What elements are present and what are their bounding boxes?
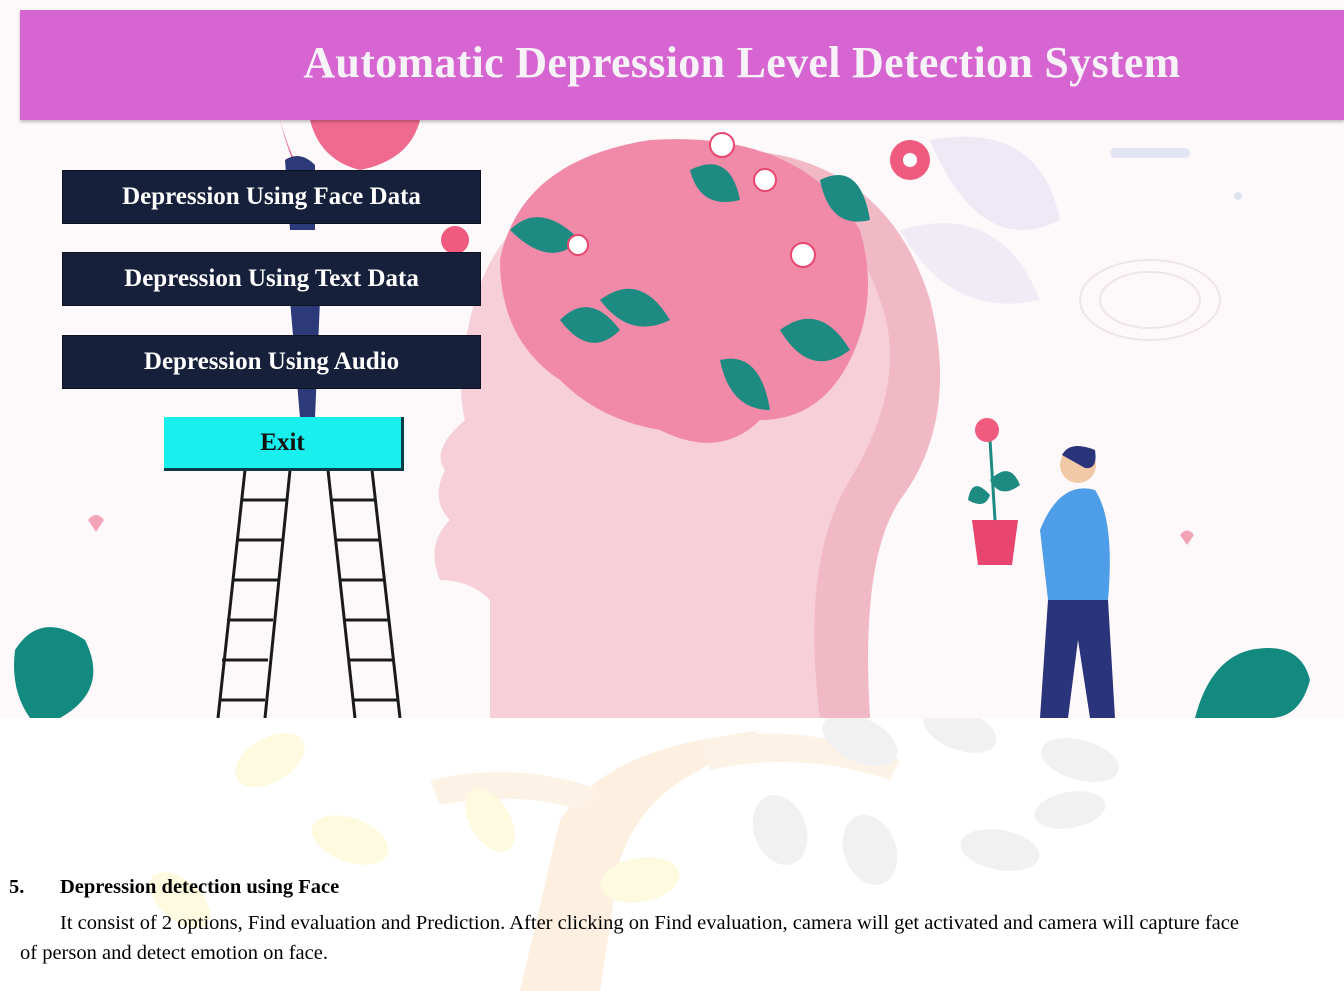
section-heading: 5. Depression detection using Face xyxy=(9,876,339,899)
app-title: Automatic Depression Level Detection Sys… xyxy=(303,37,1181,87)
audio-button[interactable]: Depression Using Audio xyxy=(62,335,481,389)
section-paragraph: It consist of 2 options, Find evaluation… xyxy=(20,912,1239,964)
exit-button[interactable]: Exit xyxy=(164,417,404,471)
app-window: Automatic Depression Level Detection Sys… xyxy=(0,0,1344,718)
section-title: Depression detection using Face xyxy=(60,876,340,898)
title-bar: Automatic Depression Level Detection Sys… xyxy=(20,10,1344,120)
face-data-button[interactable]: Depression Using Face Data xyxy=(62,170,481,224)
text-data-button[interactable]: Depression Using Text Data xyxy=(62,252,481,306)
section-number: 5. xyxy=(9,876,25,898)
